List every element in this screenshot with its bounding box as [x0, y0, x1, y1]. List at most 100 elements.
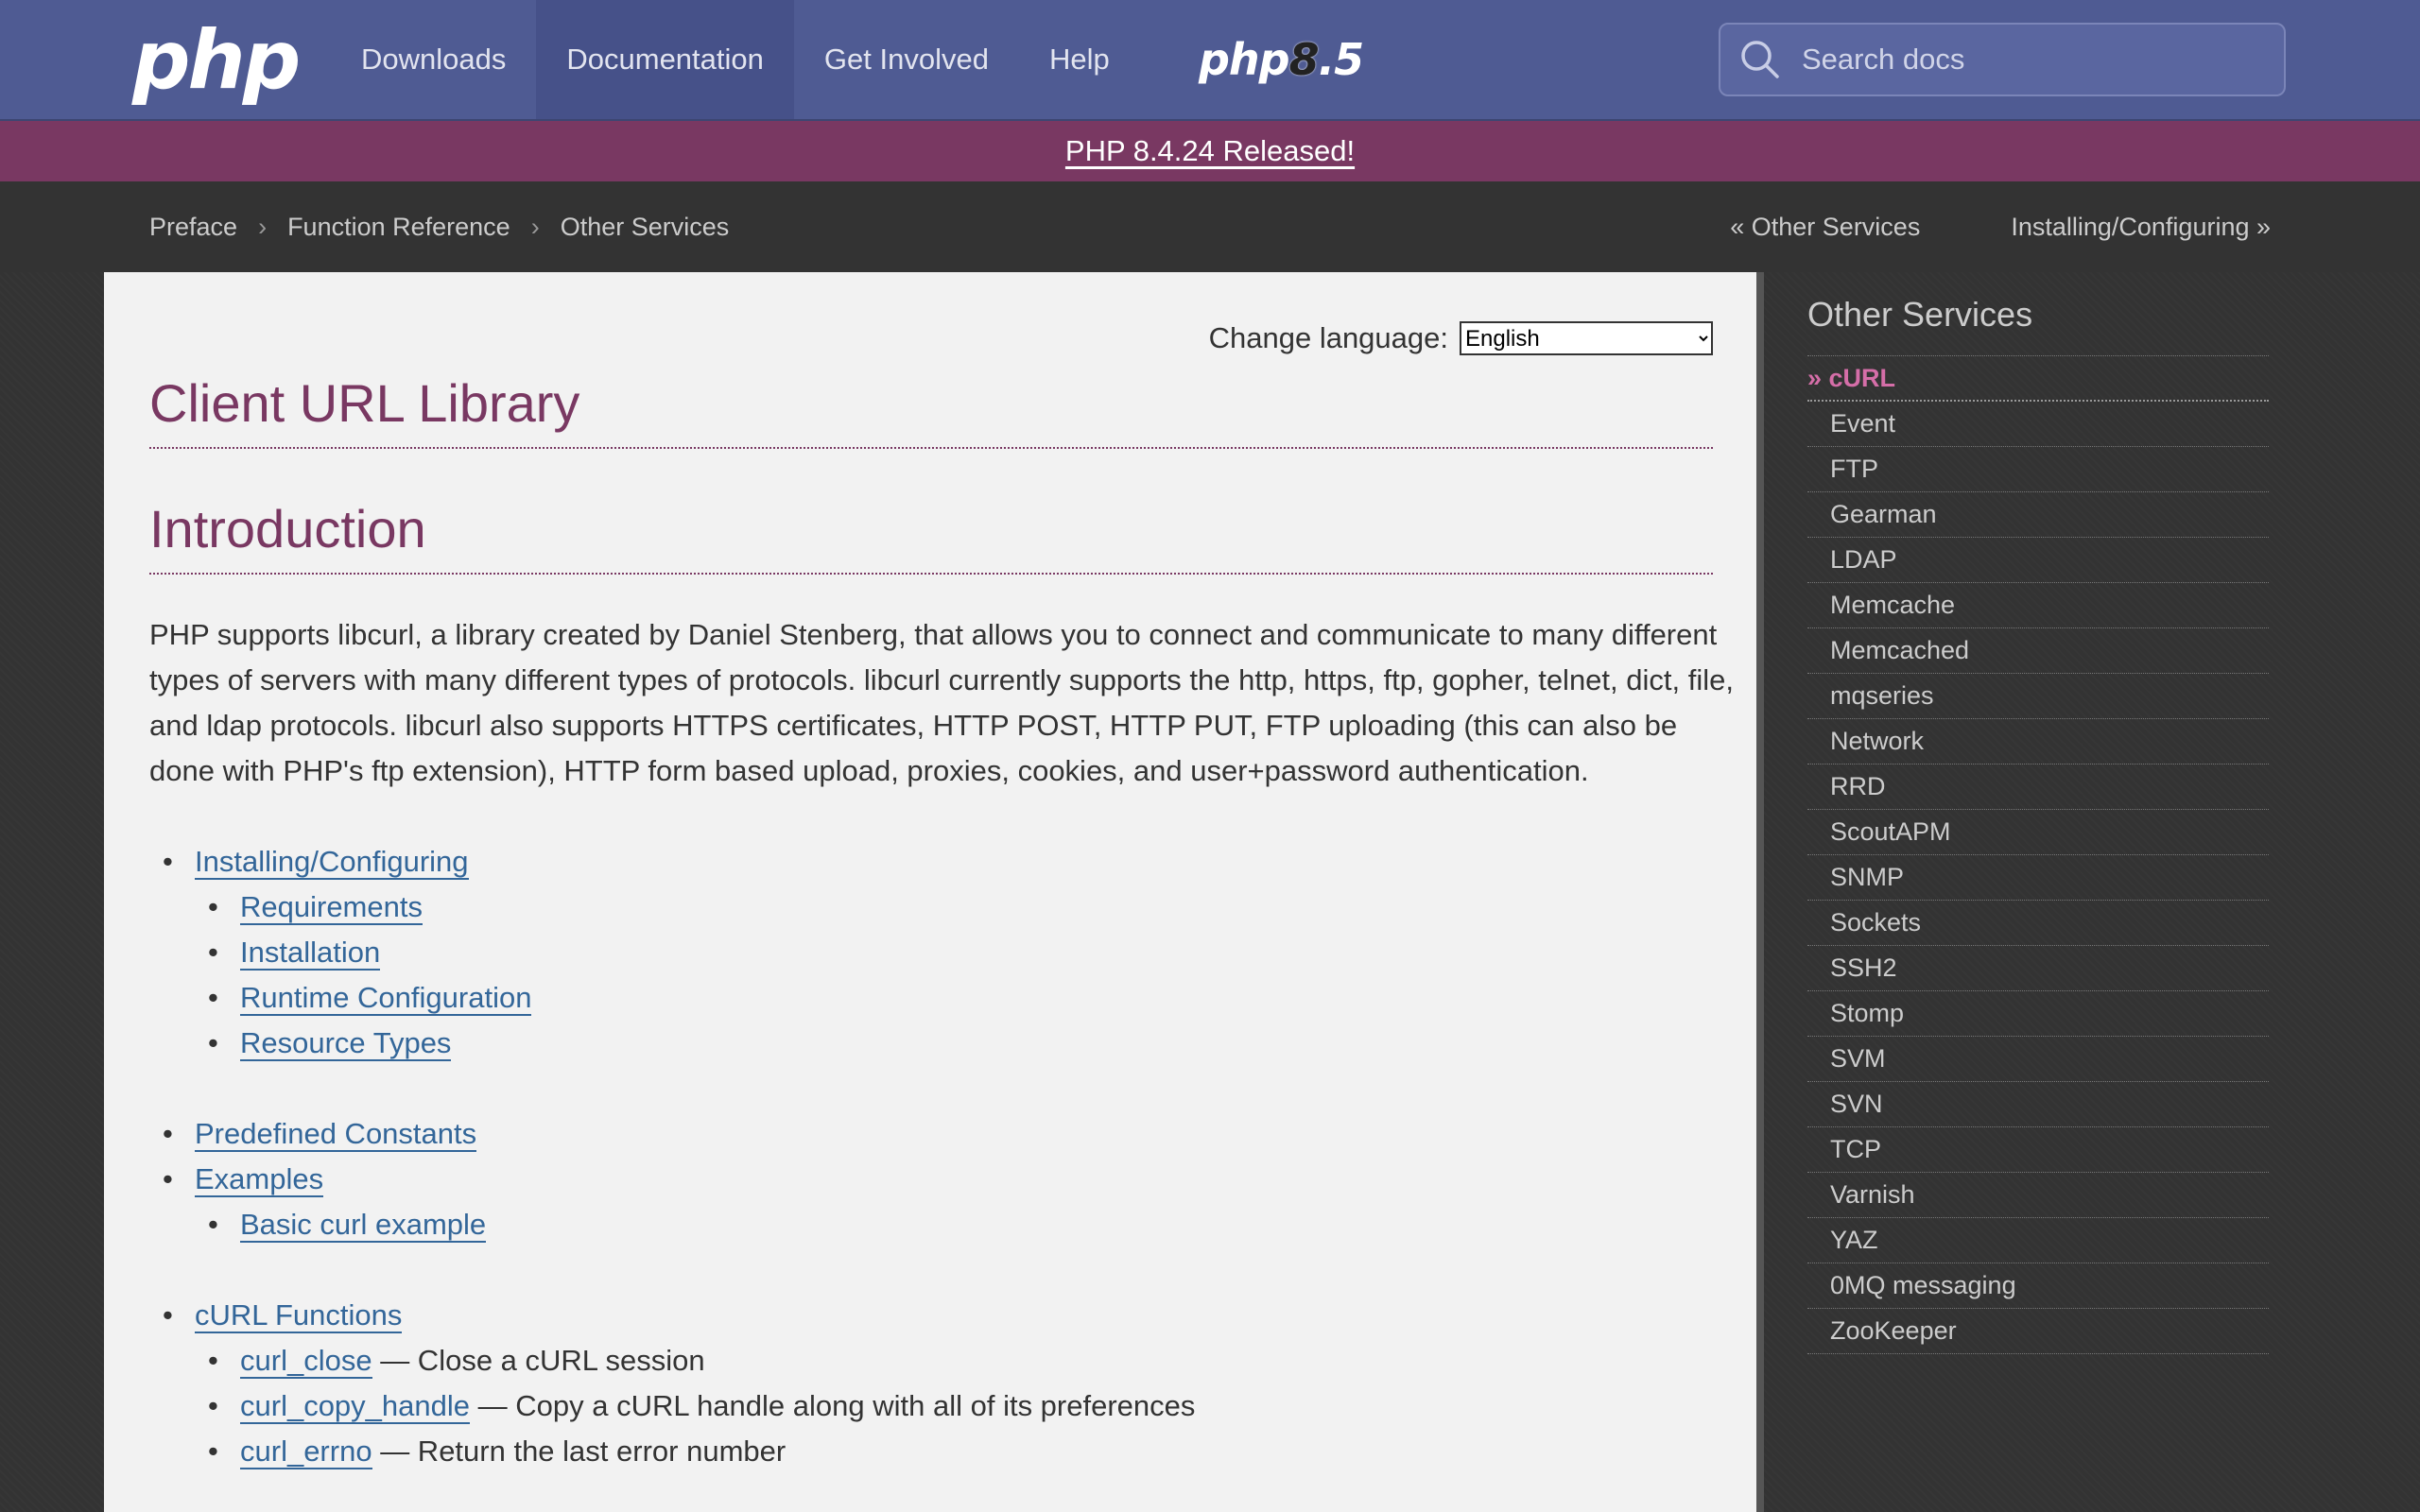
pager: « Other Services Installing/Configuring … [1730, 181, 2271, 272]
sidebar-item-curl[interactable]: » cURL [1807, 356, 2269, 402]
toc-link-installing-configuring[interactable]: Installing/Configuring [195, 845, 469, 880]
main-nav-links: Downloads Documentation Get Involved Hel… [331, 0, 1140, 119]
breadcrumb-function-reference[interactable]: Function Reference [287, 213, 510, 242]
list-item: Runtime Configuration [195, 975, 1713, 1021]
toc-link-curl-copy-handle[interactable]: curl_copy_handle [240, 1389, 471, 1424]
sidebar-item-yaz[interactable]: YAZ [1807, 1218, 2269, 1263]
sidebar-item-tcp[interactable]: TCP [1807, 1127, 2269, 1173]
top-navigation: php Downloads Documentation Get Involved… [0, 0, 2420, 121]
toc-sublist: curl_close — Close a cURL session curl_c… [195, 1338, 1713, 1474]
toc-link-predefined-constants[interactable]: Predefined Constants [195, 1117, 477, 1152]
breadcrumb-bar: Preface › Function Reference › Other Ser… [0, 181, 2420, 272]
language-select[interactable]: English [1460, 321, 1713, 355]
sidebar-item-ftp[interactable]: FTP [1807, 447, 2269, 492]
sidebar-item-memcache[interactable]: Memcache [1807, 583, 2269, 628]
sidebar-item-label[interactable]: FTP [1830, 455, 1878, 484]
sidebar-item-label[interactable]: Varnish [1830, 1180, 1915, 1210]
sidebar-item-gearman[interactable]: Gearman [1807, 492, 2269, 538]
list-item: Examples Basic curl example [149, 1157, 1713, 1247]
sidebar-item-event[interactable]: Event [1807, 402, 2269, 447]
php-release-eight: 8 [1288, 34, 1320, 85]
list-item: Basic curl example [195, 1202, 1713, 1247]
sidebar-item-ssh2[interactable]: SSH2 [1807, 946, 2269, 991]
sidebar-item-network[interactable]: Network [1807, 719, 2269, 765]
prev-page-link[interactable]: « Other Services [1730, 213, 1920, 242]
sidebar-list: » cURL Event FTP Gearman LDAP Memcache M… [1807, 356, 2269, 1354]
toc-link-curl-close[interactable]: curl_close [240, 1344, 372, 1379]
sidebar-item-label[interactable]: Memcache [1830, 591, 1955, 620]
sidebar-item-label[interactable]: SSH2 [1830, 954, 1897, 983]
main-content: Change language: English Client URL Libr… [104, 272, 1758, 1512]
breadcrumb-separator: › [530, 212, 540, 241]
toc-link-installation[interactable]: Installation [240, 936, 381, 971]
php-release-logo[interactable]: php8.5 [1199, 28, 1364, 91]
sidebar-item-label[interactable]: SVM [1830, 1044, 1886, 1074]
toc-link-curl-errno[interactable]: curl_errno [240, 1435, 372, 1469]
nav-documentation[interactable]: Documentation [536, 0, 794, 119]
sidebar-item-label[interactable]: Stomp [1830, 999, 1904, 1028]
sidebar-item-stomp[interactable]: Stomp [1807, 991, 2269, 1037]
sidebar-item-zookeeper[interactable]: ZooKeeper [1807, 1309, 2269, 1354]
php-release-suffix: .5 [1318, 34, 1364, 85]
breadcrumb-other-services[interactable]: Other Services [561, 213, 730, 242]
change-language-label: Change language: [1208, 321, 1448, 354]
sidebar-item-label[interactable]: YAZ [1830, 1226, 1878, 1255]
sidebar-item-label[interactable]: ScoutAPM [1830, 817, 1951, 847]
sidebar-item-label[interactable]: Sockets [1830, 908, 1921, 937]
sidebar-item-label[interactable]: ZooKeeper [1830, 1316, 1957, 1346]
sidebar-item-mqseries[interactable]: mqseries [1807, 674, 2269, 719]
php-logo[interactable]: php [132, 13, 301, 108]
sidebar-item-sockets[interactable]: Sockets [1807, 901, 2269, 946]
sidebar-item-varnish[interactable]: Varnish [1807, 1173, 2269, 1218]
sidebar-item-label[interactable]: TCP [1830, 1135, 1881, 1164]
nav-help[interactable]: Help [1019, 0, 1140, 119]
nav-downloads[interactable]: Downloads [331, 0, 536, 119]
breadcrumb: Preface › Function Reference › Other Ser… [149, 181, 729, 272]
list-item: Installing/Configuring Requirements Inst… [149, 839, 1713, 1066]
list-item: cURL Functions curl_close — Close a cURL… [149, 1293, 1713, 1474]
sidebar-item-svm[interactable]: SVM [1807, 1037, 2269, 1082]
sidebar-item-label[interactable]: Event [1830, 409, 1895, 438]
sidebar-item-label[interactable]: 0MQ messaging [1830, 1271, 2016, 1300]
breadcrumb-separator: › [258, 212, 268, 241]
sidebar-item-0mq-messaging[interactable]: 0MQ messaging [1807, 1263, 2269, 1309]
sidebar-item-scoutapm[interactable]: ScoutAPM [1807, 810, 2269, 855]
intro-heading: Introduction [149, 498, 1713, 575]
next-page-link[interactable]: Installing/Configuring » [2011, 213, 2271, 242]
announcement-link[interactable]: PHP 8.4.24 Released! [1065, 134, 1355, 168]
sidebar-item-label[interactable]: Network [1830, 727, 1924, 756]
sidebar-item-memcached[interactable]: Memcached [1807, 628, 2269, 674]
sidebar-item-label[interactable]: SNMP [1830, 863, 1904, 892]
sidebar-item-rrd[interactable]: RRD [1807, 765, 2269, 810]
list-item: curl_errno — Return the last error numbe… [195, 1429, 1713, 1474]
sidebar-item-snmp[interactable]: SNMP [1807, 855, 2269, 901]
sidebar-item-label[interactable]: mqseries [1830, 681, 1934, 711]
sidebar-item-label[interactable]: Gearman [1830, 500, 1937, 529]
list-item: Requirements [195, 885, 1713, 930]
content-edge-divider [1756, 272, 1764, 1512]
function-description: — Close a cURL session [380, 1344, 705, 1377]
nav-get-involved[interactable]: Get Involved [794, 0, 1019, 119]
list-item: Predefined Constants [149, 1111, 1713, 1157]
toc-link-examples[interactable]: Examples [195, 1162, 324, 1197]
toc-link-resource-types[interactable]: Resource Types [240, 1026, 452, 1061]
sidebar-item-label[interactable]: SVN [1830, 1090, 1883, 1119]
toc-link-basic-curl-example[interactable]: Basic curl example [240, 1208, 487, 1243]
change-language: Change language: English [149, 318, 1713, 359]
sidebar-item-svn[interactable]: SVN [1807, 1082, 2269, 1127]
sidebar-item-label[interactable]: RRD [1830, 772, 1886, 801]
search-box[interactable] [1719, 23, 2286, 96]
toc-sublist: Requirements Installation Runtime Config… [195, 885, 1713, 1066]
breadcrumb-preface[interactable]: Preface [149, 213, 237, 242]
toc-link-runtime-configuration[interactable]: Runtime Configuration [240, 981, 532, 1016]
function-description: — Copy a cURL handle along with all of i… [477, 1389, 1196, 1422]
toc-link-requirements[interactable]: Requirements [240, 890, 423, 925]
toc-link-curl-functions[interactable]: cURL Functions [195, 1298, 403, 1333]
table-of-contents: Installing/Configuring Requirements Inst… [149, 839, 1713, 1474]
search-input[interactable] [1794, 43, 2284, 77]
sidebar-item-label[interactable]: LDAP [1830, 545, 1897, 575]
sidebar-item-ldap[interactable]: LDAP [1807, 538, 2269, 583]
search-icon [1737, 31, 1794, 88]
sidebar-item-label[interactable]: Memcached [1830, 636, 1969, 665]
sidebar-item-label[interactable]: » cURL [1807, 364, 1895, 393]
